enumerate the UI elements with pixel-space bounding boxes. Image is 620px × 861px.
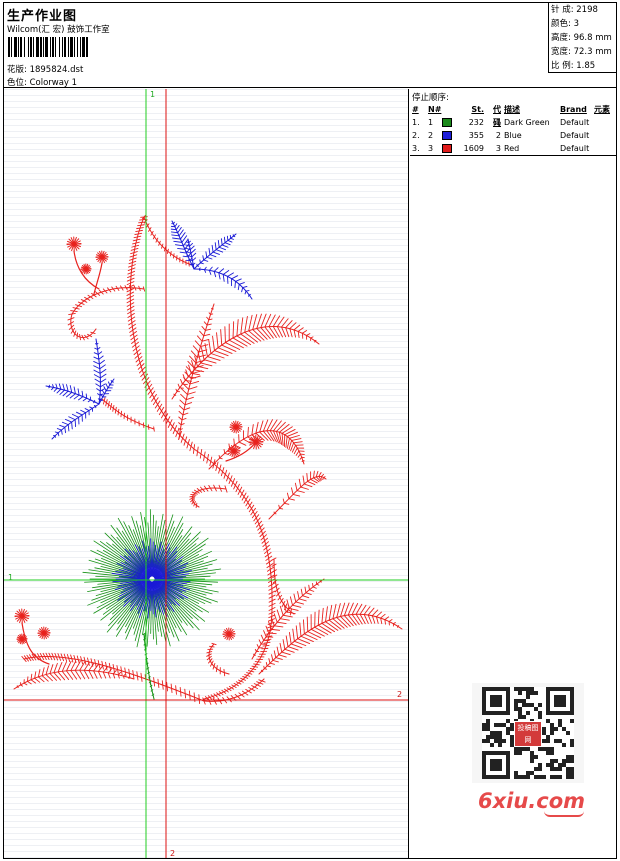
col-brand: Brand xyxy=(560,105,587,114)
table-row: 1. 1 232 1 Dark Green Default xyxy=(410,116,616,129)
row-element xyxy=(594,116,616,129)
row-element xyxy=(594,142,616,155)
col-description: 描述 xyxy=(504,105,520,114)
row-number: 2 xyxy=(428,131,434,140)
col-index: # xyxy=(412,105,419,114)
design-canvas: 1 1 2 2 xyxy=(4,89,409,858)
row-element xyxy=(594,129,616,142)
page-title: 生产作业图 xyxy=(7,9,78,24)
qr-badge: 投稿图网 xyxy=(514,721,542,747)
header-info: 生产作业图 Wilcom(汇 宏) 鼓饰工作室 花版: 1895824.dst … xyxy=(4,3,548,88)
row-description: Red xyxy=(504,144,520,153)
row-brand: Default xyxy=(560,131,590,140)
production-worksheet: 生产作业图 Wilcom(汇 宏) 鼓饰工作室 花版: 1895824.dst … xyxy=(3,2,617,859)
stop-sequence-title: 停止顺序: xyxy=(412,93,449,103)
site-watermark: 6xiu.com xyxy=(478,789,586,813)
row-code: 1 xyxy=(495,118,501,127)
stat-width: 宽度: 72.3 mm xyxy=(551,47,612,57)
row-number: 3 xyxy=(428,144,434,153)
stat-stitches: 针 成: 2198 xyxy=(551,5,598,15)
guide-label-right: 2 xyxy=(397,690,403,699)
qr-code-watermark: 投稿图网 xyxy=(472,683,584,783)
row-index: 3. xyxy=(412,144,420,153)
barcode xyxy=(8,37,144,57)
col-code: 代码 xyxy=(493,105,501,127)
row-index: 2. xyxy=(412,131,420,140)
guide-label-bottom: 2 xyxy=(170,849,176,858)
col-number: N# xyxy=(428,105,442,114)
row-description: Dark Green xyxy=(504,118,550,127)
guide-label-top: 1 xyxy=(150,90,156,99)
stat-colors: 颜色: 3 xyxy=(551,19,579,29)
row-description: Blue xyxy=(504,131,522,140)
company-subtitle: Wilcom(汇 宏) 鼓饰工作室 xyxy=(7,25,110,35)
stop-sequence-header: # N# St. 代码 描述 Brand 元素 xyxy=(410,103,616,127)
stop-sequence-table: 停止顺序: # N# St. 代码 描述 Brand 元素 1. 1 232 1 Dar… xyxy=(410,89,616,156)
stop-sequence-rows: 1. 1 232 1 Dark Green Default 2. 2 355 2 Blue Defau… xyxy=(410,116,616,155)
color-swatch xyxy=(442,142,458,155)
table-row: 2. 2 355 2 Blue Default xyxy=(410,129,616,142)
table-row: 3. 3 1609 3 Red Default xyxy=(410,142,616,155)
row-stitches: 355 xyxy=(468,131,484,140)
col-stitches: St. xyxy=(471,105,484,114)
row-code: 3 xyxy=(495,144,501,153)
design-file-name: 花版: 1895824.dst xyxy=(7,65,84,75)
embroidery-artwork xyxy=(4,89,408,858)
row-stitches: 232 xyxy=(468,118,484,127)
row-brand: Default xyxy=(560,118,590,127)
colorway-name: 色位: Colorway 1 xyxy=(7,78,78,88)
color-swatch xyxy=(442,116,458,129)
green-blue-blossom xyxy=(82,509,222,700)
col-element: 元素 xyxy=(594,105,610,114)
worksheet-header: 生产作业图 Wilcom(汇 宏) 鼓饰工作室 花版: 1895824.dst … xyxy=(4,3,616,88)
red-floral-vine xyxy=(13,214,403,705)
row-index: 1. xyxy=(412,118,420,127)
design-stats: 针 成: 2198 颜色: 3 高度: 96.8 mm 宽度: 72.3 mm … xyxy=(548,3,616,73)
watermark-swoosh xyxy=(544,811,584,817)
row-stitches: 1609 xyxy=(463,144,484,153)
row-brand: Default xyxy=(560,144,590,153)
stat-scale: 比 例: 1.85 xyxy=(551,61,596,71)
color-swatch xyxy=(442,129,458,142)
guide-label-left: 1 xyxy=(8,573,14,582)
row-code: 2 xyxy=(495,131,501,140)
row-number: 1 xyxy=(428,118,434,127)
stat-height: 高度: 96.8 mm xyxy=(551,33,612,43)
